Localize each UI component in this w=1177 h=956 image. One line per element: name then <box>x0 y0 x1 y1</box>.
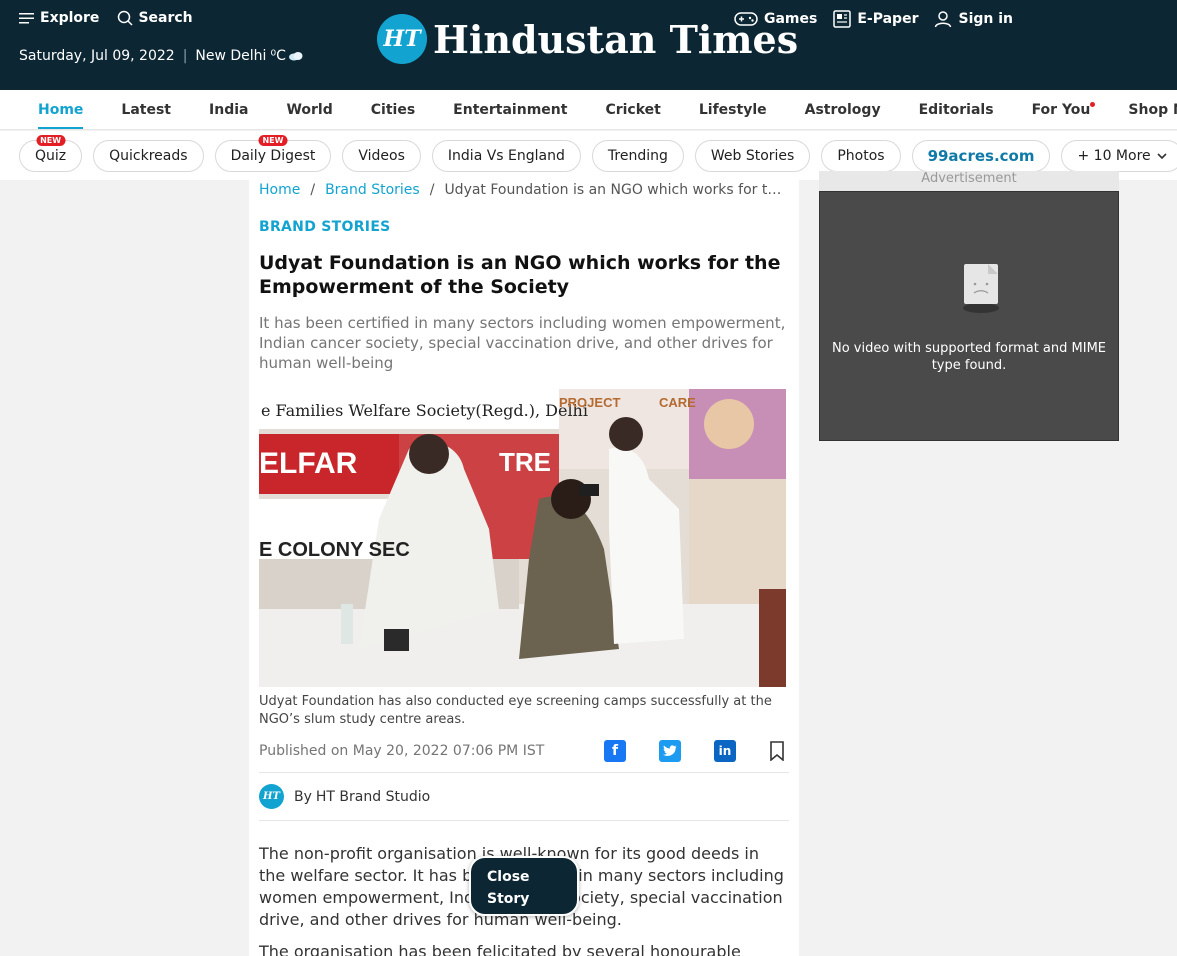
twitter-share-icon[interactable] <box>659 739 681 762</box>
search-label: Search <box>138 10 193 26</box>
new-badge: NEW <box>258 134 288 146</box>
pill-99acres[interactable]: 99acres.com <box>911 139 1051 172</box>
video-error-message: No video with supported format and MIME … <box>831 341 1107 373</box>
newspaper-icon <box>833 10 852 28</box>
nav-editorials[interactable]: Editorials <box>900 90 1013 129</box>
current-date: Saturday, Jul 09, 2022 <box>19 48 175 64</box>
chevron-down-icon <box>1157 152 1167 159</box>
signin-link[interactable]: Sign in <box>934 10 1013 28</box>
image-banner-text-4: E COLONY SEC <box>259 539 410 561</box>
new-badge: NEW <box>36 134 66 146</box>
pill-india-vs-england[interactable]: India Vs England <box>431 139 581 172</box>
breadcrumb-brand-stories[interactable]: Brand Stories <box>325 182 420 198</box>
top-header: Explore Search Saturday, Jul 09, 2022 | … <box>0 0 1177 90</box>
image-banner-text-6: CARE <box>659 395 696 410</box>
breadcrumb-separator: / <box>429 182 435 198</box>
explore-label: Explore <box>40 10 100 26</box>
section-label[interactable]: BRAND STORIES <box>259 219 789 235</box>
pill-more-label: + 10 More <box>1077 147 1151 164</box>
pill-web-stories[interactable]: Web Stories <box>694 139 811 172</box>
pill-label: Daily Digest <box>230 147 316 164</box>
nav-cities[interactable]: Cities <box>352 90 434 129</box>
search-icon <box>118 10 133 26</box>
bookmark-icon[interactable] <box>769 740 785 761</box>
image-banner-text-5: PROJECT <box>559 395 621 410</box>
epaper-label: E-Paper <box>857 11 919 27</box>
broken-media-icon <box>963 264 999 313</box>
close-story-button[interactable]: Close Story <box>469 856 579 916</box>
city-name[interactable]: New Delhi <box>195 48 266 64</box>
author-avatar: HT <box>259 784 284 809</box>
games-label: Games <box>763 11 818 27</box>
gamepad-icon <box>734 12 758 26</box>
nav-astrology[interactable]: Astrology <box>786 90 900 129</box>
article-hero-image[interactable]: e Families Welfare Society(Regd.), Delhi… <box>259 389 786 687</box>
byline-prefix: By <box>294 788 312 805</box>
twitter-bird-icon <box>663 744 677 756</box>
linkedin-share-icon[interactable]: in <box>714 739 736 762</box>
games-link[interactable]: Games <box>734 11 817 27</box>
pill-label: Quiz <box>35 147 67 164</box>
epaper-link[interactable]: E-Paper <box>833 10 918 28</box>
date-separator: | <box>182 48 188 64</box>
header-left-actions: Explore Search <box>19 10 193 26</box>
facebook-share-icon[interactable]: f <box>604 739 626 762</box>
user-icon <box>935 11 952 28</box>
notification-dot <box>1090 101 1096 107</box>
author-byline: HT By HT Brand Studio <box>259 773 789 821</box>
main-nav: Home Latest India World Cities Entertain… <box>0 90 1177 130</box>
image-banner-text-1: e Families Welfare Society(Regd.), Delhi <box>261 401 588 420</box>
breadcrumb: Home / Brand Stories / Udyat Foundation … <box>259 181 789 199</box>
pill-quickreads[interactable]: Quickreads <box>93 139 204 172</box>
article-title: Udyat Foundation is an NGO which works f… <box>259 252 781 298</box>
image-banner-text-2: ELFAR <box>259 447 358 480</box>
ad-video-player[interactable]: No video with supported format and MIME … <box>819 191 1119 441</box>
nav-entertainment[interactable]: Entertainment <box>434 90 586 129</box>
nav-for-you[interactable]: For You <box>1013 90 1110 129</box>
hero-photo <box>259 389 786 687</box>
pill-daily-digest[interactable]: NEW Daily Digest <box>214 134 332 172</box>
menu-icon <box>19 13 34 24</box>
explore-button[interactable]: Explore <box>19 10 99 26</box>
nav-cricket[interactable]: Cricket <box>586 90 679 129</box>
advertisement-label: Advertisement <box>819 171 1119 191</box>
author-name[interactable]: HT Brand Studio <box>316 789 430 805</box>
signin-label: Sign in <box>958 11 1013 27</box>
nav-india[interactable]: India <box>190 90 267 129</box>
temperature: ⁰C <box>270 48 286 64</box>
pill-photos[interactable]: Photos <box>821 139 901 172</box>
pill-more[interactable]: + 10 More <box>1061 139 1177 172</box>
pill-videos[interactable]: Videos <box>342 139 421 172</box>
breadcrumb-current: Udyat Foundation is an NGO which works f… <box>444 182 785 198</box>
nav-for-you-label: For You <box>1031 101 1091 118</box>
breadcrumb-separator: / <box>310 182 316 198</box>
article-column: Home / Brand Stories / Udyat Foundation … <box>249 180 799 956</box>
breadcrumb-home[interactable]: Home <box>259 182 300 198</box>
nav-world[interactable]: World <box>267 90 351 129</box>
nav-lifestyle[interactable]: Lifestyle <box>680 90 786 129</box>
nav-shop-now[interactable]: Shop Now <box>1109 90 1177 129</box>
date-location: Saturday, Jul 09, 2022 | New Delhi ⁰C <box>19 48 304 64</box>
share-buttons: f in <box>604 739 789 762</box>
nav-home[interactable]: Home <box>19 90 102 129</box>
pill-trending[interactable]: Trending <box>591 139 684 172</box>
header-right-actions: Games E-Paper Sign in <box>734 10 1013 28</box>
body-paragraph: The organisation has been felicitated by… <box>259 942 741 956</box>
image-caption: Udyat Foundation has also conducted eye … <box>259 694 772 727</box>
published-date: Published on May 20, 2022 07:06 PM IST <box>259 742 545 759</box>
weather-cloud-icon <box>288 52 303 61</box>
image-banner-text-3: TRE <box>499 447 551 477</box>
pill-quiz[interactable]: NEW Quiz <box>19 134 83 172</box>
nav-latest[interactable]: Latest <box>102 90 190 129</box>
logo-badge: HT <box>377 14 427 64</box>
publish-share-row: Published on May 20, 2022 07:06 PM IST f… <box>259 739 789 773</box>
search-button[interactable]: Search <box>117 10 193 26</box>
article-summary: It has been certified in many sectors in… <box>259 314 786 372</box>
